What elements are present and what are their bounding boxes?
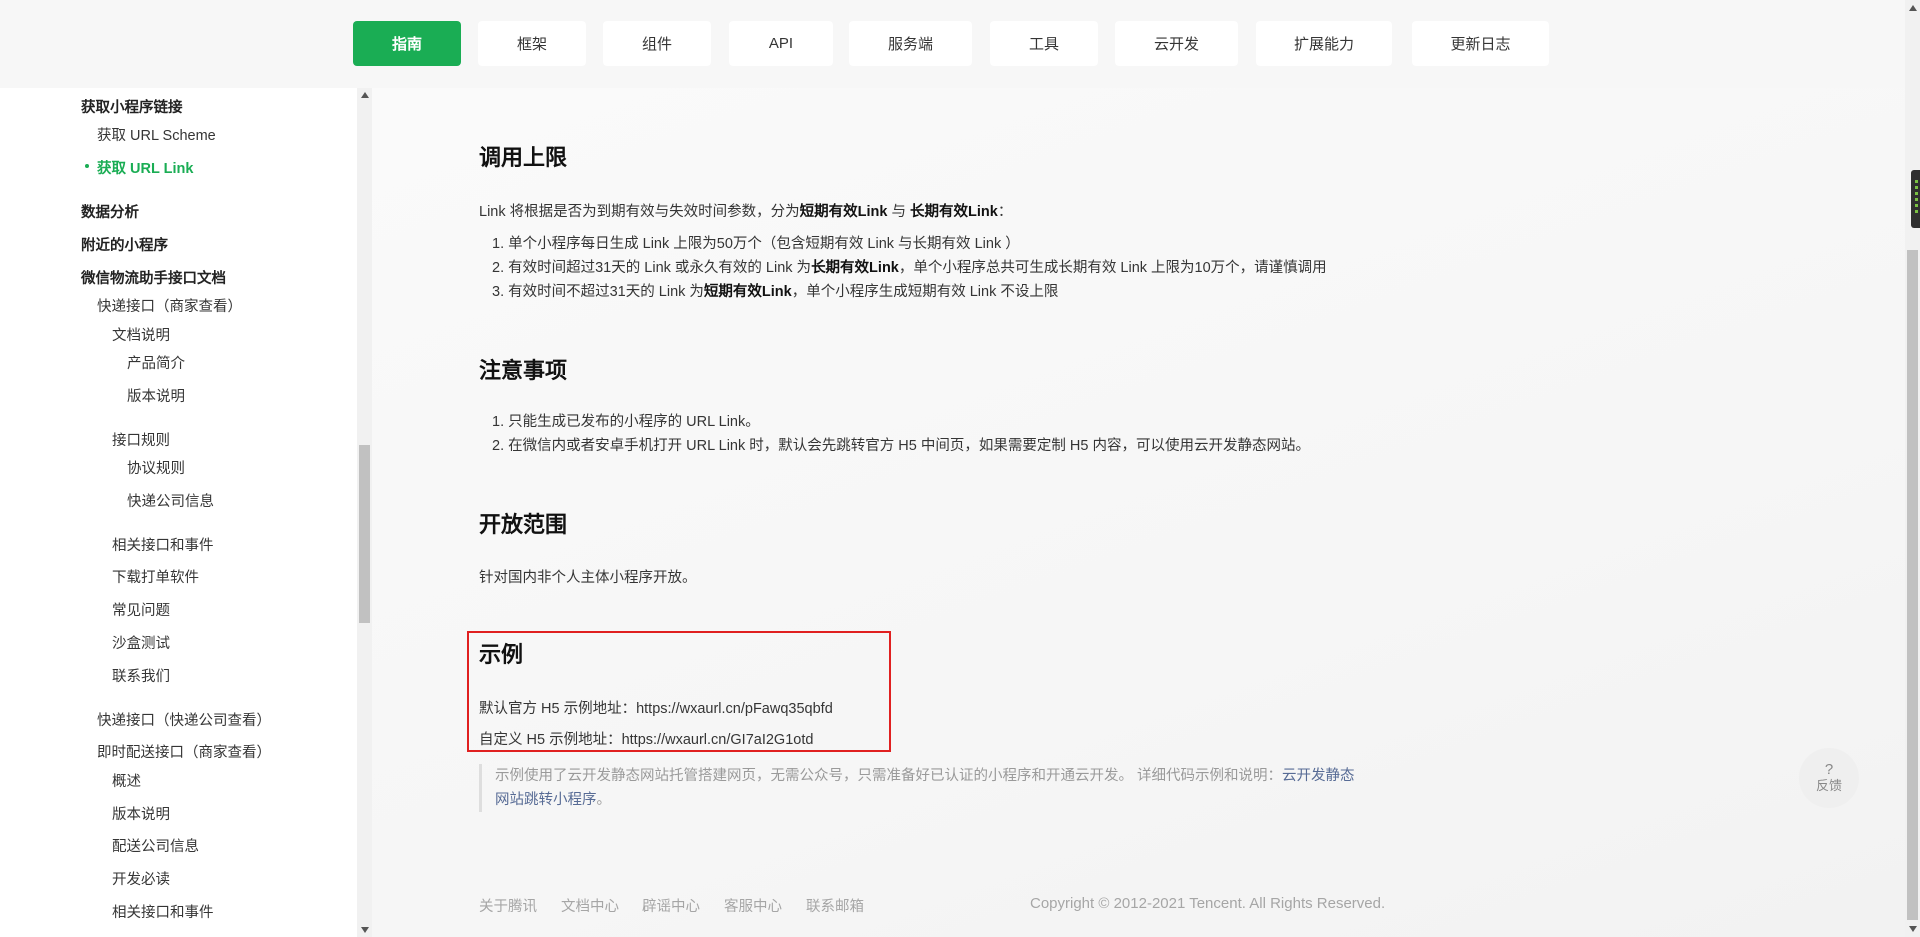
scope-text: 针对国内非个人主体小程序开放。 — [479, 570, 697, 586]
limit-list: 1. 单个小程序每日生成 Link 上限为50万个（包含短期有效 Link 与长… — [492, 232, 1327, 304]
tab-tools[interactable]: 工具 — [990, 21, 1098, 66]
tab-cloud-dev[interactable]: 云开发 — [1115, 21, 1238, 66]
active-dot-icon — [85, 164, 89, 168]
sidebar-item-dev-must-read[interactable]: 开发必读 — [112, 868, 170, 889]
example-custom-url[interactable]: 自定义 H5 示例地址：https://wxaurl.cn/GI7aI2G1ot… — [479, 728, 813, 749]
cloud-static-site-link-cont[interactable]: 网站跳转小程序 — [495, 792, 597, 808]
limit-intro: Link 将根据是否为到期有效与失效时间参数，分为短期有效Link 与 长期有效… — [479, 204, 1013, 220]
sidebar-item-contact[interactable]: 联系我们 — [112, 665, 170, 686]
footer-link-contact-email[interactable]: 联系邮箱 — [806, 895, 864, 916]
sidebar-item-version-desc-2[interactable]: 版本说明 — [112, 803, 170, 824]
sidebar-item-faq[interactable]: 常见问题 — [112, 599, 170, 620]
sidebar-item-mini-program-link[interactable]: 获取小程序链接 — [81, 96, 183, 117]
sidebar-item-express-company[interactable]: 快递公司信息 — [127, 490, 214, 511]
tab-components[interactable]: 组件 — [603, 21, 711, 66]
page-scroll-thumb[interactable] — [1907, 250, 1918, 920]
sidebar-item-data-analysis[interactable]: 数据分析 — [81, 201, 139, 222]
scroll-up-arrow-icon[interactable] — [361, 92, 369, 98]
scroll-down-arrow-icon[interactable] — [361, 927, 369, 933]
tab-api[interactable]: API — [729, 21, 833, 66]
sidebar-item-overview[interactable]: 概述 — [112, 770, 141, 791]
sidebar-item-related-api[interactable]: 相关接口和事件 — [112, 534, 214, 555]
cloud-static-site-link[interactable]: 云开发静态 — [1282, 768, 1355, 784]
sidebar-item-logistics-doc[interactable]: 微信物流助手接口文档 — [81, 267, 226, 288]
list-item: 3. 有效时间不超过31天的 Link 为短期有效Link，单个小程序生成短期有… — [492, 284, 1059, 300]
section-title-example: 示例 — [479, 642, 524, 667]
sidebar-item-url-link[interactable]: 获取 URL Link — [85, 157, 194, 178]
example-note: 示例使用了云开发静态网站托管搭建网页，无需公众号，只需准备好已认证的小程序和开通… — [479, 764, 1419, 812]
tab-guide[interactable]: 指南 — [353, 21, 461, 66]
tab-framework[interactable]: 框架 — [478, 21, 586, 66]
sidebar-item-version-desc[interactable]: 版本说明 — [127, 385, 185, 406]
sidebar-item-delivery-company[interactable]: 配送公司信息 — [112, 835, 199, 856]
section-title-notes: 注意事项 — [479, 358, 568, 383]
sidebar-scroll-thumb[interactable] — [359, 445, 370, 623]
question-icon: ? — [1824, 761, 1834, 778]
section-title-limit: 调用上限 — [479, 145, 568, 170]
list-item: 2. 在微信内或者安卓手机打开 URL Link 时，默认会先跳转官方 H5 中… — [492, 438, 1310, 454]
page-scrollbar[interactable] — [1905, 0, 1920, 937]
example-default-url[interactable]: 默认官方 H5 示例地址：https://wxaurl.cn/pFawq35qb… — [479, 697, 833, 718]
footer-link-service-center[interactable]: 客服中心 — [724, 895, 782, 916]
list-item: 1. 单个小程序每日生成 Link 上限为50万个（包含短期有效 Link 与长… — [492, 236, 1020, 252]
sidebar-item-url-scheme[interactable]: 获取 URL Scheme — [97, 124, 216, 145]
footer-link-rumor-center[interactable]: 辟谣中心 — [642, 895, 700, 916]
scroll-down-arrow-icon[interactable] — [1909, 926, 1917, 932]
top-nav: 指南 框架 组件 API 服务端 工具 云开发 扩展能力 更新日志 — [0, 0, 1920, 88]
notes-list: 1. 只能生成已发布的小程序的 URL Link。 2. 在微信内或者安卓手机打… — [492, 410, 1310, 458]
side-widget-icon[interactable] — [1911, 170, 1920, 228]
sidebar-item-download-software[interactable]: 下载打单软件 — [112, 566, 199, 587]
list-item: 2. 有效时间超过31天的 Link 或永久有效的 Link 为长期有效Link… — [492, 260, 1327, 276]
section-title-scope: 开放范围 — [479, 512, 568, 537]
sidebar-item-nearby[interactable]: 附近的小程序 — [81, 234, 168, 255]
footer-link-about[interactable]: 关于腾讯 — [479, 895, 537, 916]
sidebar: 获取小程序链接 获取 URL Scheme 获取 URL Link 数据分析 附… — [0, 88, 354, 937]
sidebar-item-protocol-rules[interactable]: 协议规则 — [127, 457, 185, 478]
sidebar-scrollbar[interactable] — [357, 88, 372, 937]
feedback-label: 反馈 — [1815, 778, 1842, 793]
sidebar-item-label: 获取 URL Link — [97, 161, 194, 177]
copyright: Copyright © 2012-2021 Tencent. All Right… — [1030, 895, 1386, 912]
tab-server[interactable]: 服务端 — [849, 21, 972, 66]
tab-changelog[interactable]: 更新日志 — [1412, 21, 1549, 66]
list-item: 1. 只能生成已发布的小程序的 URL Link。 — [492, 414, 760, 430]
sidebar-item-product-intro[interactable]: 产品简介 — [127, 352, 185, 373]
sidebar-item-instant-delivery[interactable]: 即时配送接口（商家查看） — [97, 741, 271, 762]
scroll-up-arrow-icon[interactable] — [1909, 5, 1917, 11]
sidebar-item-express-company-view[interactable]: 快递接口（快递公司查看） — [97, 709, 271, 730]
sidebar-item-express-merchant[interactable]: 快递接口（商家查看） — [97, 295, 242, 316]
sidebar-item-doc-desc[interactable]: 文档说明 — [112, 324, 170, 345]
tab-extensions[interactable]: 扩展能力 — [1256, 21, 1392, 66]
sidebar-item-api-rules[interactable]: 接口规则 — [112, 429, 170, 450]
sidebar-item-sandbox[interactable]: 沙盒测试 — [112, 632, 170, 653]
feedback-button[interactable]: ? 反馈 — [1799, 748, 1859, 808]
sidebar-item-related-api-2[interactable]: 相关接口和事件 — [112, 901, 214, 922]
footer-link-doc-center[interactable]: 文档中心 — [561, 895, 619, 916]
